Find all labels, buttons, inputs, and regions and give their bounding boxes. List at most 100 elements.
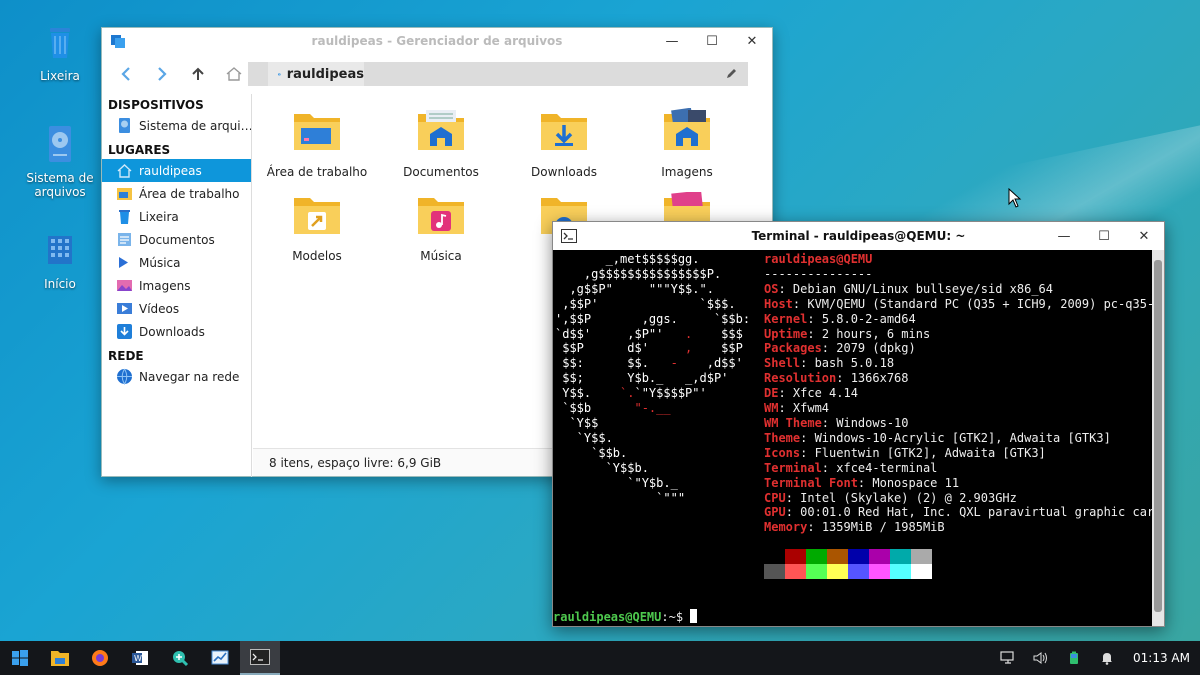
color-swatch — [890, 549, 911, 564]
terminal-titlebar[interactable]: Terminal - rauldipeas@QEMU: ~ — ☐ ✕ — [553, 222, 1164, 250]
forward-button[interactable] — [148, 60, 176, 88]
tray-notifications[interactable] — [1090, 641, 1123, 675]
tray-volume[interactable] — [1024, 641, 1057, 675]
scrollbar-thumb[interactable] — [1154, 260, 1162, 612]
color-swatch — [848, 549, 869, 564]
debian-ascii-logo: _,met$$$$$gg. ,g$$$$$$$$$$$$$$$P. ,g$$P"… — [555, 252, 751, 505]
pictures-icon — [117, 280, 132, 291]
sidebar-item-trash[interactable]: Lixeira — [102, 205, 251, 228]
search-app-icon — [173, 651, 189, 667]
home-icon — [117, 164, 132, 178]
tray-battery[interactable] — [1057, 641, 1090, 675]
color-swatch — [869, 549, 890, 564]
arrow-up-icon — [192, 67, 204, 80]
color-swatch — [827, 564, 848, 579]
neofetch-info: rauldipeas@QEMU --------------- OS: Debi… — [764, 252, 1153, 535]
folder-item[interactable]: Imagens — [625, 107, 749, 179]
sidebar-item-home[interactable]: rauldipeas — [102, 159, 251, 182]
firefox-icon — [92, 650, 108, 666]
home-icon — [48, 236, 72, 264]
files-icon — [51, 651, 69, 666]
up-button[interactable] — [184, 60, 212, 88]
sidebar-section-places: LUGARES — [108, 143, 171, 157]
path-crumb-label: rauldipeas — [286, 66, 364, 82]
sidebar-item-filesystem[interactable]: Sistema de arqui… — [102, 114, 251, 137]
desktop-icon-label: Sistema de arquivos — [26, 171, 94, 199]
path-crumb-home[interactable]: rauldipeas — [268, 62, 364, 86]
sidebar-item-documents[interactable]: Documentos — [102, 228, 251, 251]
folder-item[interactable]: Área de trabalho — [255, 108, 379, 179]
color-swatch — [890, 564, 911, 579]
minimize-button[interactable]: — — [1044, 222, 1084, 250]
music-icon — [119, 257, 128, 268]
folder-item[interactable]: Downloads — [502, 108, 626, 179]
taskbar-files[interactable] — [40, 641, 80, 675]
templates-folder-icon — [294, 198, 340, 234]
color-swatch — [869, 564, 890, 579]
location-bar[interactable]: rauldipeas — [248, 62, 748, 86]
downloads-folder-icon — [541, 114, 587, 150]
taskbar: W 01:13 AM — [0, 641, 1200, 675]
desktop-icon-home[interactable]: Início — [20, 230, 100, 291]
terminal-window[interactable]: Terminal - rauldipeas@QEMU: ~ — ☐ ✕ _,me… — [552, 221, 1165, 627]
monitor-icon — [211, 650, 229, 665]
color-swatch — [806, 549, 827, 564]
mouse-pointer-icon — [1008, 188, 1022, 208]
color-palette — [764, 549, 932, 579]
desktop-icon-filesystem[interactable]: Sistema de arquivos — [20, 124, 100, 199]
color-swatch — [785, 549, 806, 564]
color-swatch — [764, 549, 785, 564]
sidebar-item-desktop[interactable]: Área de trabalho — [102, 182, 251, 205]
taskbar-terminal[interactable] — [240, 641, 280, 675]
terminal-output[interactable]: _,met$$$$$gg. ,g$$$$$$$$$$$$$$$P. ,g$$P"… — [553, 250, 1153, 626]
home-outline-icon — [226, 67, 242, 81]
bell-icon — [1101, 653, 1112, 665]
shell-prompt[interactable]: rauldipeas@QEMU:~$ — [553, 609, 698, 625]
chevron-left-icon — [121, 67, 130, 81]
userhost-label: rauldipeas@QEMU — [764, 252, 873, 266]
maximize-button[interactable]: ☐ — [1084, 222, 1124, 250]
color-swatch — [827, 549, 848, 564]
color-swatch — [911, 549, 932, 564]
clock[interactable]: 01:13 AM — [1123, 651, 1200, 665]
start-button[interactable] — [0, 641, 40, 675]
close-button[interactable]: ✕ — [732, 28, 772, 54]
sidebar-item-music[interactable]: Música — [102, 251, 251, 274]
color-swatch — [911, 564, 932, 579]
minimize-button[interactable]: — — [652, 28, 692, 54]
close-button[interactable]: ✕ — [1124, 222, 1164, 250]
taskbar-word[interactable]: W — [120, 641, 160, 675]
svg-text:W: W — [134, 654, 142, 663]
drive-icon — [119, 118, 130, 133]
maximize-button[interactable]: ☐ — [692, 28, 732, 54]
chevron-right-icon — [158, 67, 167, 81]
home-button[interactable] — [220, 60, 248, 88]
taskbar-firefox[interactable] — [80, 641, 120, 675]
pencil-icon[interactable] — [725, 67, 738, 80]
folder-item[interactable]: Modelos — [255, 192, 379, 263]
system-tray: 01:13 AM — [991, 641, 1200, 675]
back-button[interactable] — [112, 60, 140, 88]
desktop-icon-trash[interactable]: Lixeira — [20, 22, 100, 83]
terminal-scrollbar[interactable] — [1152, 250, 1164, 626]
folder-item[interactable]: Documentos — [379, 108, 503, 179]
tray-network[interactable] — [991, 641, 1024, 675]
trash-icon — [119, 210, 130, 224]
taskbar-search-app[interactable] — [160, 641, 200, 675]
folder-item[interactable]: Música — [379, 192, 503, 263]
terminal-icon — [250, 649, 270, 665]
separator-line: --------------- — [764, 266, 873, 281]
sidebar-item-downloads[interactable]: Downloads — [102, 320, 251, 343]
sidebar-item-pictures[interactable]: Imagens — [102, 274, 251, 297]
network-icon — [117, 368, 132, 385]
sidebar-item-videos[interactable]: Vídeos — [102, 297, 251, 320]
word-icon: W — [132, 651, 148, 665]
color-swatch — [764, 564, 785, 579]
color-swatch — [848, 564, 869, 579]
taskbar-monitor[interactable] — [200, 641, 240, 675]
videos-icon — [117, 303, 132, 314]
color-swatch — [785, 564, 806, 579]
desktop-folder-icon — [294, 114, 340, 150]
sidebar-item-network[interactable]: Navegar na rede — [102, 365, 251, 388]
file-manager-titlebar[interactable]: rauldipeas - Gerenciador de arquivos — ☐… — [102, 28, 772, 54]
